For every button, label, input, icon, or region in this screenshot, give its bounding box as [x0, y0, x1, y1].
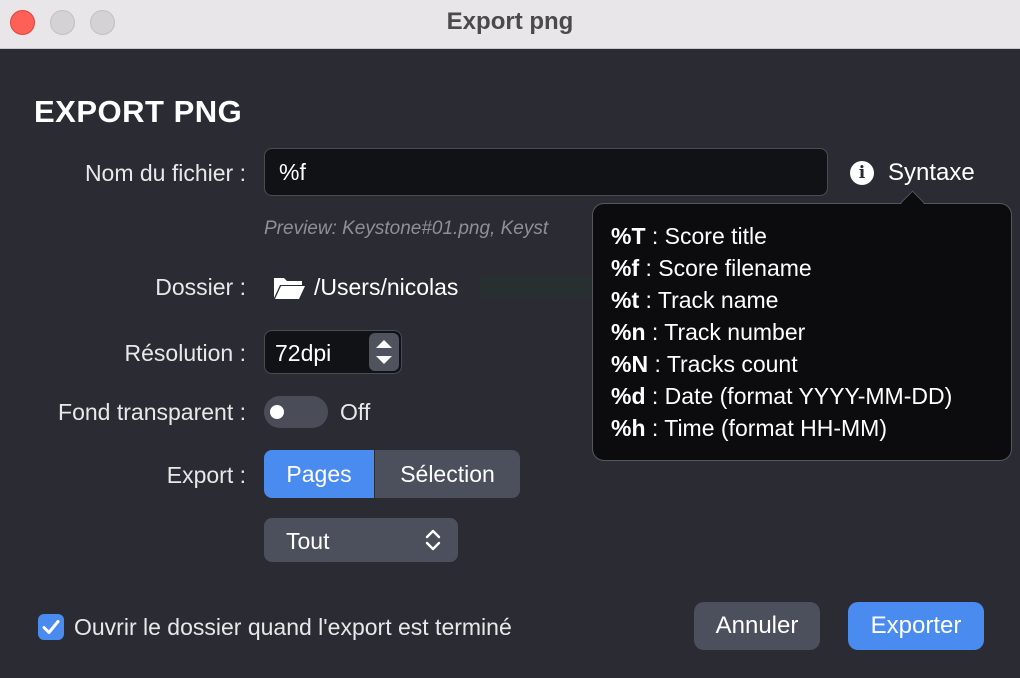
resolution-field[interactable]: 72dpi	[264, 330, 402, 374]
page-title: EXPORT PNG	[34, 94, 243, 129]
folder-path[interactable]: /Users/nicolas	[314, 274, 458, 301]
chevron-updown-icon	[425, 529, 441, 551]
info-icon[interactable]: i	[850, 161, 874, 185]
open-folder-checkbox[interactable]	[38, 614, 64, 640]
range-select[interactable]: Tout	[264, 518, 458, 562]
transparent-label: Fond transparent :	[58, 399, 246, 425]
open-folder-label[interactable]: Ouvrir le dossier quand l'export est ter…	[74, 614, 512, 641]
window-title: Export png	[446, 8, 574, 35]
toggle-state-label: Off	[340, 399, 371, 425]
tooltip-line: %T : Score title	[611, 223, 767, 249]
segment-selection[interactable]: Sélection	[375, 450, 520, 498]
export-label: Export :	[166, 462, 246, 488]
stepper-up-icon[interactable]	[376, 340, 392, 348]
stepper-down-icon[interactable]	[376, 356, 392, 364]
checkmark-icon	[42, 620, 60, 634]
syntax-tooltip: %T : Score title %f : Score filename %t …	[592, 203, 1012, 461]
tooltip-line: %n : Track number	[611, 319, 806, 345]
filename-preview: Preview: Keystone#01.png, Keyst	[264, 218, 549, 239]
path-overflow-shade	[480, 276, 592, 298]
tooltip-line: %h : Time (format HH-MM)	[611, 415, 887, 441]
folder-label: Dossier :	[155, 274, 246, 300]
tooltip-line: %N : Tracks count	[611, 351, 798, 377]
segment-pages[interactable]: Pages	[264, 450, 374, 498]
cancel-button[interactable]: Annuler	[694, 602, 820, 650]
syntax-link[interactable]: Syntaxe	[888, 159, 975, 187]
filename-input[interactable]: %f	[264, 148, 828, 196]
tooltip-line: %d : Date (format YYYY-MM-DD)	[611, 383, 953, 409]
toggle-knob	[270, 405, 284, 419]
resolution-stepper[interactable]	[369, 333, 399, 371]
resolution-value[interactable]: 72dpi	[275, 340, 331, 367]
title-bar: Export png	[0, 0, 1020, 49]
filename-label: Nom du fichier :	[84, 160, 246, 186]
tooltip-line: %t : Track name	[611, 287, 779, 313]
range-select-value: Tout	[286, 528, 330, 554]
export-button[interactable]: Exporter	[848, 602, 984, 650]
resolution-label: Résolution :	[124, 340, 246, 366]
tooltip-line: %f : Score filename	[611, 255, 812, 281]
transparent-toggle[interactable]	[264, 396, 328, 428]
folder-icon[interactable]	[272, 274, 306, 300]
